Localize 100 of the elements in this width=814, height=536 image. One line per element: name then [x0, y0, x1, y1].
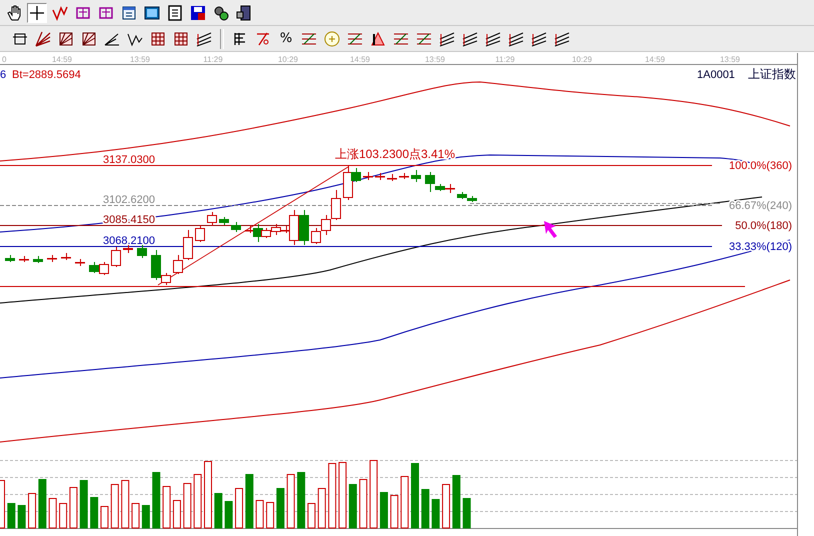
volume-bar — [214, 493, 222, 528]
volume-bar — [183, 483, 192, 528]
crosshair-tool-button[interactable] — [27, 2, 47, 22]
time-label: 0 — [2, 55, 6, 64]
volume-bar — [18, 505, 26, 528]
hand-icon — [5, 4, 23, 22]
price-level-label: 3068.2100 — [103, 235, 155, 247]
parallel-icon — [530, 30, 548, 48]
volume-bar — [338, 462, 347, 528]
volume-bar — [359, 479, 368, 528]
volume-bar — [7, 503, 16, 528]
volume-bar — [400, 476, 409, 528]
volume-bar — [390, 495, 398, 528]
candlestick — [99, 262, 109, 276]
volume-bar — [0, 480, 5, 528]
time-label: 14:59 — [644, 55, 666, 64]
fibonacci-ratio-label: 50.0%(180) — [735, 220, 792, 232]
document-icon — [166, 4, 184, 22]
device-icon — [235, 4, 253, 22]
volume-bar — [286, 474, 295, 528]
triangle-icon — [369, 30, 387, 48]
time-label: 13:59 — [424, 55, 446, 64]
time-label: 10:29 — [572, 55, 592, 64]
index-name-label: 上证指数 — [748, 67, 796, 81]
box-fan-icon — [57, 30, 75, 48]
time-label: 14:59 — [52, 55, 72, 64]
picture-icon — [143, 4, 161, 22]
percent-tool-button[interactable]: % — [276, 28, 296, 48]
volume-bar — [172, 500, 181, 528]
candlestick — [299, 210, 309, 246]
grid-icon — [149, 30, 167, 48]
volume-bar — [462, 498, 471, 528]
volume-bar — [38, 479, 46, 528]
candlestick — [445, 184, 455, 194]
parallel-icon — [553, 30, 571, 48]
volume-bar — [59, 503, 68, 528]
candlestick — [231, 222, 241, 232]
coin-tool-button[interactable] — [322, 28, 342, 48]
volume-bar — [162, 486, 171, 528]
volume-bar — [370, 460, 378, 528]
volume-bar — [256, 500, 264, 528]
polyline-icon — [51, 4, 69, 22]
candlestick — [195, 224, 205, 242]
volume-bar — [318, 488, 326, 528]
fibonacci-ratio-label: 66.67%(240) — [729, 200, 792, 212]
parallel-icon — [484, 30, 502, 48]
volume-bar — [328, 463, 336, 528]
candlestick — [219, 216, 229, 226]
index-code-label: 1A0001 — [697, 69, 735, 81]
candlestick — [61, 252, 71, 260]
candlestick — [399, 172, 409, 180]
price-level-label: 3137.0300 — [103, 154, 155, 166]
parallel-icon — [461, 30, 479, 48]
volume-bar — [152, 472, 160, 528]
volume-bar — [194, 474, 202, 528]
cursor-arrow-icon — [544, 221, 557, 238]
volume-bar — [348, 484, 357, 528]
time-label: 13:59 — [130, 55, 150, 64]
crosshair-icon — [28, 4, 46, 22]
volume-bar — [297, 472, 306, 528]
volume-bar — [132, 503, 140, 528]
candlestick — [363, 172, 373, 180]
volume-bar — [411, 463, 419, 528]
candlestick — [111, 246, 121, 268]
volume-bar — [100, 506, 108, 528]
volume-bar — [308, 503, 316, 528]
volume-bar — [380, 492, 388, 528]
box-fan-icon — [80, 30, 98, 48]
parallel-icon — [195, 30, 213, 48]
coin-icon — [323, 30, 341, 48]
candlestick — [387, 174, 397, 182]
candlestick — [123, 244, 133, 254]
candlestick — [33, 256, 43, 264]
price-change-label: 上涨103.2300点3.41% — [334, 147, 456, 161]
volume-bar — [452, 475, 460, 528]
volume-bar — [48, 498, 57, 528]
candlestick — [137, 244, 147, 258]
time-label: 13:59 — [720, 55, 740, 64]
volume-bar — [432, 499, 440, 528]
time-label: 11:29 — [203, 55, 223, 64]
candlestick — [207, 212, 217, 226]
volume-bar — [235, 488, 244, 528]
volume-bar — [224, 501, 233, 528]
parallel-icon — [507, 30, 525, 48]
time-label: 14:59 — [350, 55, 370, 64]
volume-bar — [110, 484, 119, 528]
calendar-icon — [120, 4, 138, 22]
candlestick — [311, 228, 321, 244]
fan-icon — [34, 30, 52, 48]
volume-bar — [121, 480, 130, 528]
volume-bar — [442, 484, 450, 528]
volume-bar — [69, 487, 78, 528]
grid-icon — [172, 30, 190, 48]
volume-bar — [90, 497, 98, 528]
time-label: 11:29 — [495, 55, 515, 64]
parallel-icon — [438, 30, 456, 48]
candlestick — [5, 254, 15, 262]
candlestick — [411, 170, 421, 182]
candlestick — [47, 254, 57, 262]
volume-bar — [421, 489, 430, 528]
